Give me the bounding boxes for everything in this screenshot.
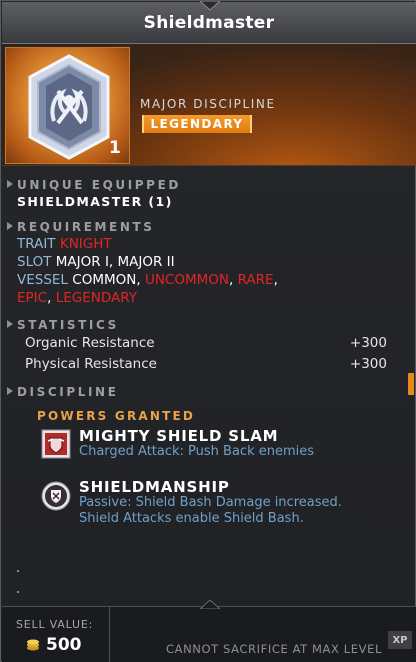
power-desc: Charged Attack: Push Back enemies <box>79 444 315 459</box>
item-title: Shieldmaster <box>143 12 275 33</box>
section-label: STATISTICS <box>17 318 119 332</box>
divider-dot <box>17 591 19 593</box>
bottom-notch-icon <box>200 599 220 609</box>
item-category: MAJOR DISCIPLINE <box>140 97 276 111</box>
shield-slam-icon <box>41 429 71 459</box>
powers-granted-label: POWERS GRANTED <box>37 409 196 423</box>
item-hero: 1 MAJOR DISCIPLINE LEGENDARY <box>2 44 416 166</box>
shield-bash-icon <box>41 481 71 511</box>
power-name: SHIELDMANSHIP <box>79 478 230 496</box>
section-unique-equipped: UNIQUE EQUIPPED <box>7 178 181 192</box>
unique-equipped-value: SHIELDMASTER (1) <box>17 194 173 209</box>
scroll-indicator[interactable] <box>408 373 414 395</box>
xp-badge: XP <box>388 631 412 649</box>
stat-name: Organic Resistance <box>25 335 155 351</box>
requirement-vessel: VESSEL COMMON, UNCOMMON, RARE, <box>17 272 278 288</box>
power-desc: Passive: Shield Bash Damage increased. S… <box>79 495 342 526</box>
slot-value: MAJOR I, MAJOR II <box>55 254 175 270</box>
slot-key: SLOT <box>17 254 52 270</box>
requirement-vessel-cont: EPIC, LEGENDARY <box>17 290 137 306</box>
trait-key: TRAIT <box>17 236 56 252</box>
section-arrow-icon <box>7 180 13 188</box>
sell-value-box: SELL VALUE: 500 <box>2 607 110 662</box>
stat-row-physical: Physical Resistance +300 <box>25 356 387 372</box>
trait-value: KNIGHT <box>59 236 112 252</box>
gold-coins-icon <box>27 639 39 651</box>
vessel-legendary: LEGENDARY <box>55 290 137 306</box>
section-label: UNIQUE EQUIPPED <box>17 178 181 192</box>
section-label: REQUIREMENTS <box>17 220 155 234</box>
top-notch-icon <box>200 1 220 11</box>
stat-name: Physical Resistance <box>25 356 157 372</box>
stat-row-organic: Organic Resistance +300 <box>25 335 387 351</box>
stat-value: +300 <box>349 356 387 372</box>
section-statistics: STATISTICS <box>7 318 119 332</box>
item-icon-frame: 1 <box>5 47 130 164</box>
section-label: DISCIPLINE <box>17 385 119 399</box>
tooltip-footer: SELL VALUE: 500 CANNOT SACRIFICE AT MAX … <box>2 599 416 662</box>
section-arrow-icon <box>7 387 13 395</box>
requirement-trait: TRAIT KNIGHT <box>17 236 112 252</box>
section-requirements: REQUIREMENTS <box>7 220 155 234</box>
vessel-rare: RARE <box>237 272 274 288</box>
rarity-badge: LEGENDARY <box>142 115 252 133</box>
sell-value: 500 <box>46 635 82 655</box>
requirement-slot: SLOT MAJOR I, MAJOR II <box>17 254 175 270</box>
section-discipline: DISCIPLINE <box>7 385 119 399</box>
sacrifice-status: CANNOT SACRIFICE AT MAX LEVEL <box>166 642 382 656</box>
vessel-common: COMMON <box>72 272 137 288</box>
item-count: 1 <box>109 138 121 158</box>
divider-dot <box>17 570 19 572</box>
title-bar: Shieldmaster <box>2 1 416 44</box>
vessel-uncommon: UNCOMMON <box>144 272 229 288</box>
vessel-key: VESSEL <box>17 272 68 288</box>
item-tooltip: Shieldmaster 1 MAJOR DISCIPLINE LEGENDAR… <box>0 0 416 662</box>
section-arrow-icon <box>7 222 13 230</box>
sell-label: SELL VALUE: <box>16 618 94 631</box>
stat-value: +300 <box>349 335 387 351</box>
vessel-epic: EPIC <box>17 290 48 306</box>
section-arrow-icon <box>7 320 13 328</box>
power-name: MIGHTY SHIELD SLAM <box>79 427 279 445</box>
shieldmaster-crest-icon <box>28 54 110 160</box>
